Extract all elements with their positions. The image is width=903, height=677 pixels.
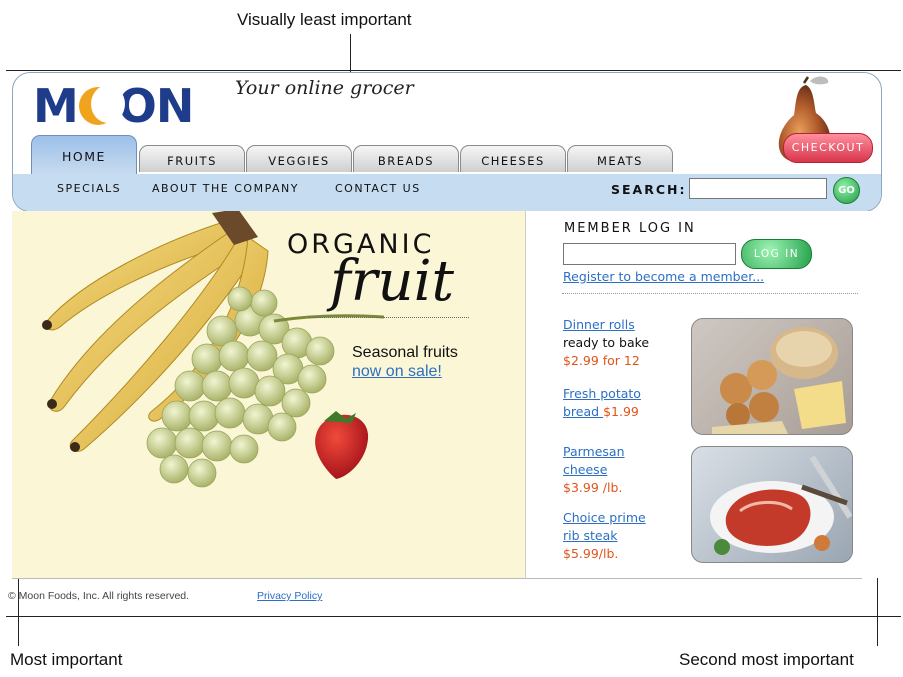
product-price: $3.99 /lb. [563,480,623,495]
tab-home[interactable]: HOME [31,135,137,176]
hero-title-fruit: fruit [330,249,454,314]
product-name-link[interactable]: cheese [563,461,625,479]
product-name-link[interactable]: Dinner rolls [563,316,649,334]
annotation-most-important: Most important [10,650,123,669]
hero-divider [309,317,469,318]
secondary-nav: SPECIALS ABOUT THE COMPANY CONTACT US SE… [13,174,881,211]
search-input[interactable] [689,178,827,199]
annotation-second-important: Second most important [679,650,854,669]
nav-contact-link[interactable]: CONTACT US [335,182,421,195]
login-divider [562,293,858,294]
product-name-link[interactable]: bread [563,404,603,419]
member-login-title: MEMBER LOG IN [564,221,696,236]
tab-cheeses[interactable]: CHEESES [460,145,566,172]
annotation-least-important: Visually least important [237,10,412,29]
product-name-link[interactable]: Parmesan [563,443,625,461]
hero-sale-link[interactable]: now on sale! [352,363,442,381]
search-label: SEARCH: [611,182,687,197]
register-link[interactable]: Register to become a member... [563,269,764,284]
steak-photo[interactable] [691,446,853,563]
footer-copyright: © Moon Foods, Inc. All rights reserved. [8,590,190,602]
product-potato-bread: Fresh potato bread $1.99 [563,385,641,421]
steak-image [710,455,852,555]
product-name-link[interactable]: Fresh potato [563,385,641,403]
search-go-button[interactable]: GO [833,177,860,204]
tab-veggies[interactable]: VEGGIES [246,145,352,172]
footer-divider [12,578,862,579]
product-parmesan: Parmesan cheese $3.99 /lb. [563,443,625,497]
hero-subtitle: Seasonal fruits [352,344,458,361]
login-button[interactable]: LOG IN [741,239,812,269]
product-dinner-rolls: Dinner rolls ready to bake $2.99 for 12 [563,316,649,370]
product-price: $2.99 for 12 [563,353,640,368]
nav-specials-link[interactable]: SPECIALS [57,182,121,195]
product-price: $5.99/lb. [563,546,619,561]
hero-organic-fruit: ORGANIC fruit Seasonal fruits now on sal… [12,211,526,578]
privacy-policy-link[interactable]: Privacy Policy [257,590,322,602]
moon-logo[interactable]: M ON [33,79,194,133]
website: M ON Your online grocer CHECKOUT HOME FRU… [8,72,882,602]
tab-breads[interactable]: BREADS [353,145,459,172]
tagline: Your online grocer [235,77,414,99]
product-rib-steak: Choice prime rib steak $5.99/lb. [563,509,646,563]
product-name-link[interactable]: Choice prime [563,509,646,527]
tab-fruits[interactable]: FRUITS [139,145,245,172]
product-price: $1.99 [603,404,639,419]
tab-meats[interactable]: MEATS [567,145,673,172]
product-description: ready to bake [563,335,650,350]
site-header: M ON Your online grocer CHECKOUT HOME FRU… [12,72,882,212]
checkout-button[interactable]: CHECKOUT [783,133,873,163]
product-name-link[interactable]: rib steak [563,527,646,545]
bread-photo[interactable] [691,318,853,435]
crescent-moon-icon [78,85,125,125]
nav-about-link[interactable]: ABOUT THE COMPANY [152,182,299,195]
member-and-specials-column: MEMBER LOG IN LOG IN Register to become … [526,211,880,578]
bread-image [712,327,846,434]
member-login-input[interactable] [563,243,736,265]
